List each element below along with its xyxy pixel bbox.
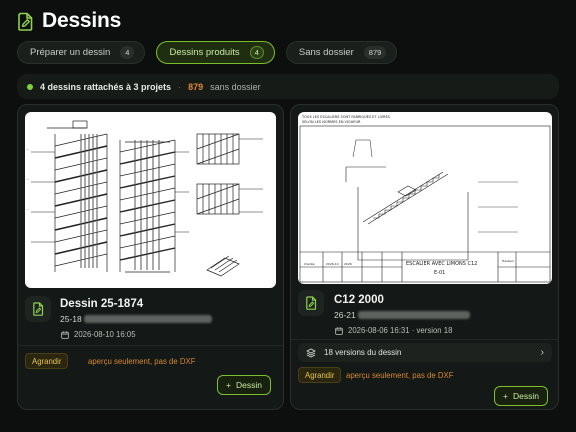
svg-text:—: — — [26, 177, 29, 181]
file-icon — [305, 296, 316, 310]
tab-count-badge: 879 — [363, 46, 387, 59]
versions-label: 18 versions du dessin — [324, 348, 402, 357]
tab-produced-drawings[interactable]: Dessins produits 4 — [156, 41, 275, 64]
date-text: 2026-08-06 16:31 · version 18 — [348, 326, 453, 335]
drawing-preview[interactable]: — — — — [25, 112, 276, 288]
stair-section-drawing: TOUS LES ESCALIERS SONT FABRIQUÉS ET LIV… — [299, 114, 551, 283]
plus-icon: + — [503, 391, 508, 401]
calendar-icon — [61, 330, 69, 339]
preview-only-note: aperçu seulement, pas de DXF — [346, 371, 454, 380]
add-drawing-label: Dessin — [235, 380, 262, 390]
enlarge-button[interactable]: Agrandir — [298, 367, 342, 383]
calendar-icon — [335, 326, 343, 335]
page-title: Dessins — [42, 9, 122, 32]
divider — [291, 339, 558, 340]
tab-count-badge: 4 — [120, 46, 135, 59]
redacted-text — [83, 315, 212, 323]
tab-label: Préparer un dessin — [30, 47, 111, 58]
drawing-card: — — — Dessin 25-1874 25-18 2026-08-10 16:0… — [17, 104, 284, 410]
svg-text:TOUS LES ESCALIERS SONT FABRIQ: TOUS LES ESCALIERS SONT FABRIQUÉS ET LIV… — [301, 114, 391, 119]
svg-text:2026-10: 2026-10 — [326, 262, 339, 266]
add-drawing-button[interactable]: + Dessin — [217, 375, 271, 395]
svg-text:—: — — [26, 147, 29, 151]
enlarge-button[interactable]: Agrandir — [25, 353, 69, 369]
divider — [18, 345, 283, 346]
summary-separator: · — [178, 81, 182, 92]
preview-only-note: aperçu seulement, pas de DXF — [88, 357, 196, 366]
project-code: 25-18 — [60, 314, 82, 324]
stair-elevation-drawing: — — — — [26, 120, 263, 277]
versions-toggle[interactable]: 18 versions du dessin › — [298, 343, 552, 362]
file-icon — [32, 302, 43, 316]
layers-icon — [306, 348, 316, 357]
add-drawing-label: Dessin — [512, 391, 539, 401]
svg-text:—: — — [26, 207, 29, 211]
drawing-name: Dessin 25-1874 — [60, 298, 144, 310]
orphan-label: sans dossier — [210, 81, 261, 92]
redacted-text — [357, 311, 470, 319]
document-edit-icon — [18, 12, 33, 31]
project-reference: 26-21 — [334, 310, 470, 320]
svg-text:E-01: E-01 — [434, 270, 445, 276]
svg-text:2026: 2026 — [344, 262, 352, 266]
file-badge — [25, 296, 51, 322]
project-code: 26-21 — [334, 310, 356, 320]
file-badge — [298, 290, 324, 316]
drawing-card: TOUS LES ESCALIERS SONT FABRIQUÉS ET LIV… — [290, 104, 559, 410]
tab-prepare-drawing[interactable]: Préparer un dessin 4 — [17, 41, 146, 64]
tab-no-folder[interactable]: Sans dossier 879 — [285, 41, 398, 64]
drawing-name: C12 2000 — [334, 294, 384, 306]
tab-label: Dessins produits — [169, 47, 240, 58]
project-reference: 25-18 — [60, 314, 212, 324]
plus-icon: + — [226, 380, 231, 390]
drawing-preview[interactable]: TOUS LES ESCALIERS SONT FABRIQUÉS ET LIV… — [298, 112, 552, 284]
svg-text:Cliente: Cliente — [304, 262, 315, 266]
svg-text:ESCALIER AVEC LIMONS C12: ESCALIER AVEC LIMONS C12 — [406, 261, 477, 267]
drawing-date: 2026-08-06 16:31 · version 18 — [335, 326, 452, 335]
orphan-count: 879 — [188, 81, 204, 92]
svg-text:Hauteur: Hauteur — [502, 259, 515, 263]
chevron-right-icon: › — [540, 347, 544, 358]
drawing-date: 2026-08-10 16:05 — [61, 330, 136, 339]
add-drawing-button[interactable]: + Dessin — [494, 386, 548, 406]
tab-count-badge: 4 — [249, 46, 264, 59]
summary-bar: 4 dessins rattachés à 3 projets · 879 sa… — [17, 74, 559, 99]
status-dot — [27, 83, 33, 90]
tab-bar: Préparer un dessin 4 Dessins produits 4 … — [17, 41, 398, 64]
page-header: Dessins — [17, 9, 121, 33]
date-text: 2026-08-10 16:05 — [74, 330, 136, 339]
tab-label: Sans dossier — [298, 47, 354, 58]
summary-main: 4 dessins rattachés à 3 projets — [40, 81, 172, 92]
svg-text:SELON LES NORMES EN VIGUEUR: SELON LES NORMES EN VIGUEUR — [302, 120, 361, 124]
